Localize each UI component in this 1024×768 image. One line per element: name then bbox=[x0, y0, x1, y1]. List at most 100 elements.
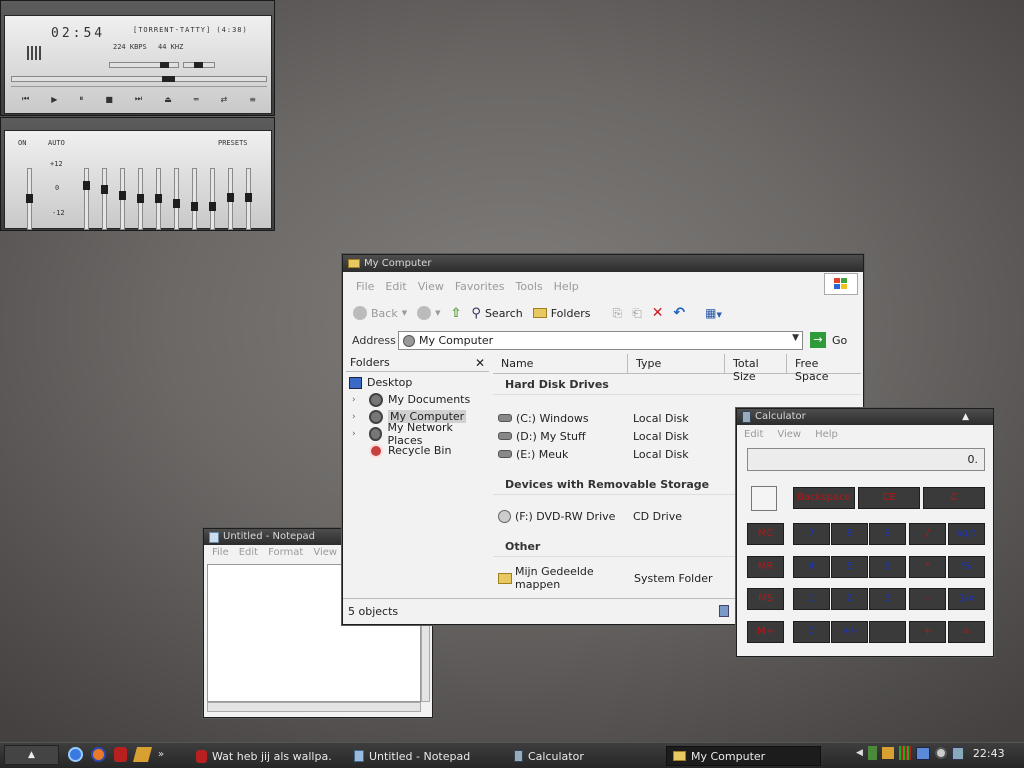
stop-icon[interactable]: ■ bbox=[105, 95, 113, 104]
start-button[interactable]: ▲ bbox=[4, 745, 59, 765]
subtract-button[interactable]: - bbox=[909, 588, 946, 610]
mr-button[interactable]: MR bbox=[747, 556, 784, 578]
internet-explorer-icon[interactable] bbox=[68, 747, 83, 762]
tree-item-my-documents[interactable]: › My Documents bbox=[346, 391, 489, 408]
calc-menu-help[interactable]: Help bbox=[815, 429, 838, 440]
eq-band-6[interactable] bbox=[173, 168, 180, 230]
menu-help[interactable]: Help bbox=[554, 280, 579, 293]
eq-band-7[interactable] bbox=[191, 168, 198, 230]
copy-to-icon[interactable]: ⎗ bbox=[632, 306, 642, 321]
tray-network-icon[interactable] bbox=[915, 746, 930, 760]
digit-5-button[interactable]: 5 bbox=[831, 556, 868, 578]
digit-1-button[interactable]: 1 bbox=[793, 588, 830, 610]
close-pane-icon[interactable]: ✕ bbox=[475, 356, 485, 370]
column-type[interactable]: Type bbox=[628, 354, 725, 373]
shuffle-icon[interactable]: ⇄ bbox=[221, 95, 228, 104]
menu-favorites[interactable]: Favorites bbox=[455, 280, 505, 293]
address-dropdown-icon[interactable]: ▼ bbox=[792, 333, 799, 343]
divide-button[interactable]: / bbox=[909, 523, 946, 545]
notepad-hscrollbar[interactable] bbox=[207, 702, 421, 712]
calculator-titlebar[interactable]: Calculator ▲ bbox=[737, 409, 993, 425]
go-button[interactable]: → Go bbox=[810, 332, 847, 348]
task-my-computer[interactable]: My Computer bbox=[666, 746, 821, 766]
eq-band-3[interactable] bbox=[119, 168, 126, 230]
add-button[interactable]: + bbox=[909, 621, 946, 643]
explorer-titlebar[interactable]: My Computer bbox=[343, 255, 863, 272]
clock[interactable]: 22:43 bbox=[973, 747, 1005, 760]
views-icon[interactable]: ▦▼ bbox=[705, 306, 722, 320]
equalizer-toggle-icon[interactable]: ═ bbox=[194, 95, 199, 104]
balance-slider[interactable] bbox=[183, 62, 215, 68]
notepad-menu-edit[interactable]: Edit bbox=[239, 547, 258, 558]
search-button[interactable]: ⚲ Search bbox=[471, 306, 522, 321]
expand-icon[interactable]: › bbox=[352, 395, 364, 405]
media-player-icon[interactable] bbox=[114, 747, 127, 762]
address-bar[interactable]: My Computer ▼ bbox=[398, 331, 803, 350]
digit-6-button[interactable]: 6 bbox=[869, 556, 906, 578]
undo-icon[interactable]: ↶ bbox=[673, 305, 685, 321]
back-dropdown-icon[interactable]: ▼ bbox=[402, 309, 407, 317]
tray-safely-remove-icon[interactable] bbox=[951, 746, 964, 760]
minimize-icon[interactable]: ▲ bbox=[962, 409, 969, 425]
tray-winamp-icon[interactable] bbox=[881, 747, 894, 759]
menu-tools[interactable]: Tools bbox=[516, 280, 543, 293]
play-icon[interactable]: ▶ bbox=[51, 95, 57, 104]
digit-4-button[interactable]: 4 bbox=[793, 556, 830, 578]
next-icon[interactable]: ⏭ bbox=[135, 94, 142, 104]
more-icon[interactable]: » bbox=[158, 749, 164, 760]
digit-0-button[interactable]: 0 bbox=[793, 621, 830, 643]
pause-icon[interactable]: ⏸ bbox=[79, 94, 83, 104]
eq-band-2[interactable] bbox=[101, 168, 108, 230]
ce-button[interactable]: CE bbox=[858, 487, 920, 509]
previous-icon[interactable]: ⏮ bbox=[22, 94, 29, 104]
c-button[interactable]: C bbox=[923, 487, 985, 509]
backspace-button[interactable]: Backspace bbox=[793, 487, 855, 509]
forward-dropdown-icon[interactable]: ▼ bbox=[435, 309, 440, 317]
eq-band-9[interactable] bbox=[227, 168, 234, 230]
eq-band-4[interactable] bbox=[137, 168, 144, 230]
expand-icon[interactable]: › bbox=[352, 429, 364, 439]
forward-button[interactable]: ▼ bbox=[417, 306, 441, 320]
tree-item-network-places[interactable]: › My Network Places bbox=[346, 421, 489, 447]
expand-icon[interactable]: › bbox=[352, 412, 364, 422]
seek-bar[interactable] bbox=[11, 76, 267, 82]
eq-band-1[interactable] bbox=[83, 168, 90, 230]
reciprocal-button[interactable]: 1/x bbox=[948, 588, 985, 610]
preamp-slider[interactable] bbox=[26, 168, 33, 230]
ms-button[interactable]: MS bbox=[747, 588, 784, 610]
digit-9-button[interactable]: 9 bbox=[869, 523, 906, 545]
column-free-space[interactable]: Free Space bbox=[787, 354, 861, 383]
digit-3-button[interactable]: 3 bbox=[869, 588, 906, 610]
tree-item-desktop[interactable]: Desktop bbox=[346, 374, 489, 391]
eq-auto-button[interactable]: AUTO bbox=[48, 139, 65, 147]
sign-button[interactable]: +/- bbox=[831, 621, 868, 643]
delete-icon[interactable]: ✕ bbox=[652, 305, 664, 321]
sqrt-button[interactable]: sqrt bbox=[948, 523, 985, 545]
m-plus-button[interactable]: M+ bbox=[747, 621, 784, 643]
eq-band-10[interactable] bbox=[245, 168, 252, 230]
notepad-menu-file[interactable]: File bbox=[212, 547, 229, 558]
tray-expand-icon[interactable]: ◀ bbox=[856, 748, 863, 758]
multiply-button[interactable]: * bbox=[909, 556, 946, 578]
equals-button[interactable]: = bbox=[948, 621, 985, 643]
eject-icon[interactable]: ⏏ bbox=[164, 95, 172, 104]
eq-on-button[interactable]: ON bbox=[18, 139, 26, 147]
tray-wireless-icon[interactable] bbox=[934, 747, 947, 759]
column-name[interactable]: Name bbox=[493, 354, 628, 373]
up-folder-button[interactable]: ⇧ bbox=[451, 306, 462, 321]
decimal-button[interactable]: . bbox=[869, 621, 906, 643]
task-notepad[interactable]: Untitled - Notepad bbox=[348, 746, 496, 766]
tray-user-icon[interactable] bbox=[867, 746, 877, 760]
back-button[interactable]: Back ▼ bbox=[353, 306, 407, 320]
percent-button[interactable]: % bbox=[948, 556, 985, 578]
task-calculator[interactable]: Calculator bbox=[508, 746, 656, 766]
eq-band-8[interactable] bbox=[209, 168, 216, 230]
notepad-menu-format[interactable]: Format bbox=[268, 547, 303, 558]
volume-slider[interactable] bbox=[109, 62, 179, 68]
menu-view[interactable]: View bbox=[418, 280, 444, 293]
digit-2-button[interactable]: 2 bbox=[831, 588, 868, 610]
digit-8-button[interactable]: 8 bbox=[831, 523, 868, 545]
menu-file[interactable]: File bbox=[356, 280, 374, 293]
firefox-icon[interactable] bbox=[91, 747, 106, 762]
playlist-icon[interactable]: ≡ bbox=[249, 95, 256, 104]
